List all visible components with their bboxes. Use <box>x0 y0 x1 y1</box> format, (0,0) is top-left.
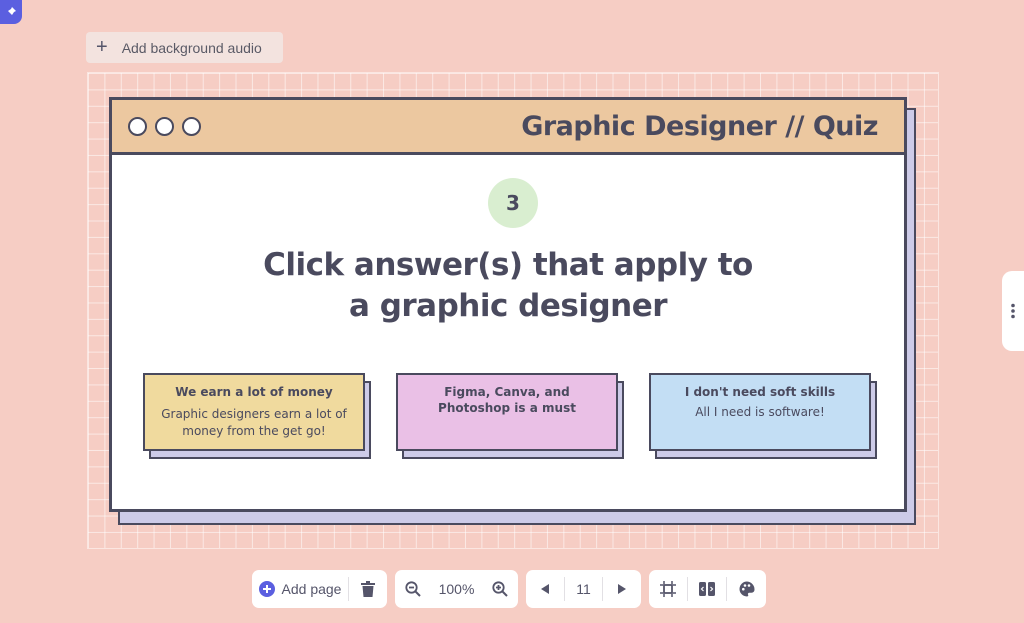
side-panel-toggle[interactable] <box>1002 271 1024 351</box>
palette-icon <box>739 581 755 597</box>
answer-card[interactable]: I don't need soft skills All I need is s… <box>649 373 871 451</box>
fit-to-screen-button[interactable] <box>649 570 687 608</box>
question-text: Click answer(s) that apply to a graphic … <box>112 245 904 327</box>
answer-heading: I don't need soft skills <box>684 385 836 399</box>
pin-icon[interactable] <box>0 0 22 24</box>
answer-heading: We earn a lot of money <box>175 385 333 399</box>
add-page-label: Add page <box>281 581 342 597</box>
question-number-badge: 3 <box>488 178 538 228</box>
split-view-button[interactable] <box>688 570 726 608</box>
columns-icon <box>699 582 715 596</box>
zoom-level[interactable]: 100% <box>431 570 482 608</box>
answer-option-3[interactable]: I don't need soft skills All I need is s… <box>649 373 877 459</box>
fit-screen-icon <box>660 581 676 597</box>
plus-icon: + <box>96 35 108 58</box>
answer-heading: Figma, Canva, and Photoshop is a must <box>438 385 576 415</box>
quiz-window[interactable]: Graphic Designer // Quiz 3 Click answer(… <box>109 97 907 512</box>
window-dot <box>155 116 174 136</box>
page-number[interactable]: 11 <box>565 570 602 608</box>
slide-title: Graphic Designer // Quiz <box>521 110 878 142</box>
triangle-right-icon <box>618 584 626 594</box>
window-dot <box>182 116 201 136</box>
answer-option-1[interactable]: We earn a lot of money Graphic designers… <box>143 373 371 459</box>
page-navigation-group: 11 <box>526 570 641 608</box>
answer-body: Graphic designers earn a lot of money fr… <box>161 407 347 438</box>
window-titlebar: Graphic Designer // Quiz <box>112 100 904 155</box>
answer-card[interactable]: We earn a lot of money Graphic designers… <box>143 373 365 451</box>
zoom-in-icon <box>492 581 508 597</box>
next-page-button[interactable] <box>603 570 641 608</box>
zoom-group: 100% <box>395 570 518 608</box>
theme-palette-button[interactable] <box>727 570 766 608</box>
add-background-audio-button[interactable]: + Add background audio <box>86 32 283 63</box>
delete-page-button[interactable] <box>349 570 387 608</box>
zoom-in-button[interactable] <box>482 570 518 608</box>
trash-icon <box>361 581 375 597</box>
window-dot <box>128 116 147 136</box>
question-line-2: a graphic designer <box>348 288 668 324</box>
add-circle-icon <box>258 581 275 597</box>
zoom-out-icon <box>405 581 421 597</box>
answer-card[interactable]: Figma, Canva, and Photoshop is a must <box>396 373 618 451</box>
previous-page-button[interactable] <box>526 570 564 608</box>
add-page-button[interactable]: Add page <box>252 570 348 608</box>
answer-option-2[interactable]: Figma, Canva, and Photoshop is a must <box>396 373 624 459</box>
add-background-audio-label: Add background audio <box>121 39 262 56</box>
triangle-left-icon <box>541 584 549 594</box>
answer-body: All I need is software! <box>695 405 825 419</box>
more-vertical-icon <box>1011 303 1015 319</box>
page-actions-group: Add page <box>252 570 387 608</box>
question-line-1: Click answer(s) that apply to <box>263 247 753 283</box>
view-tools-group <box>649 570 766 608</box>
zoom-out-button[interactable] <box>395 570 431 608</box>
window-dots <box>128 116 201 136</box>
